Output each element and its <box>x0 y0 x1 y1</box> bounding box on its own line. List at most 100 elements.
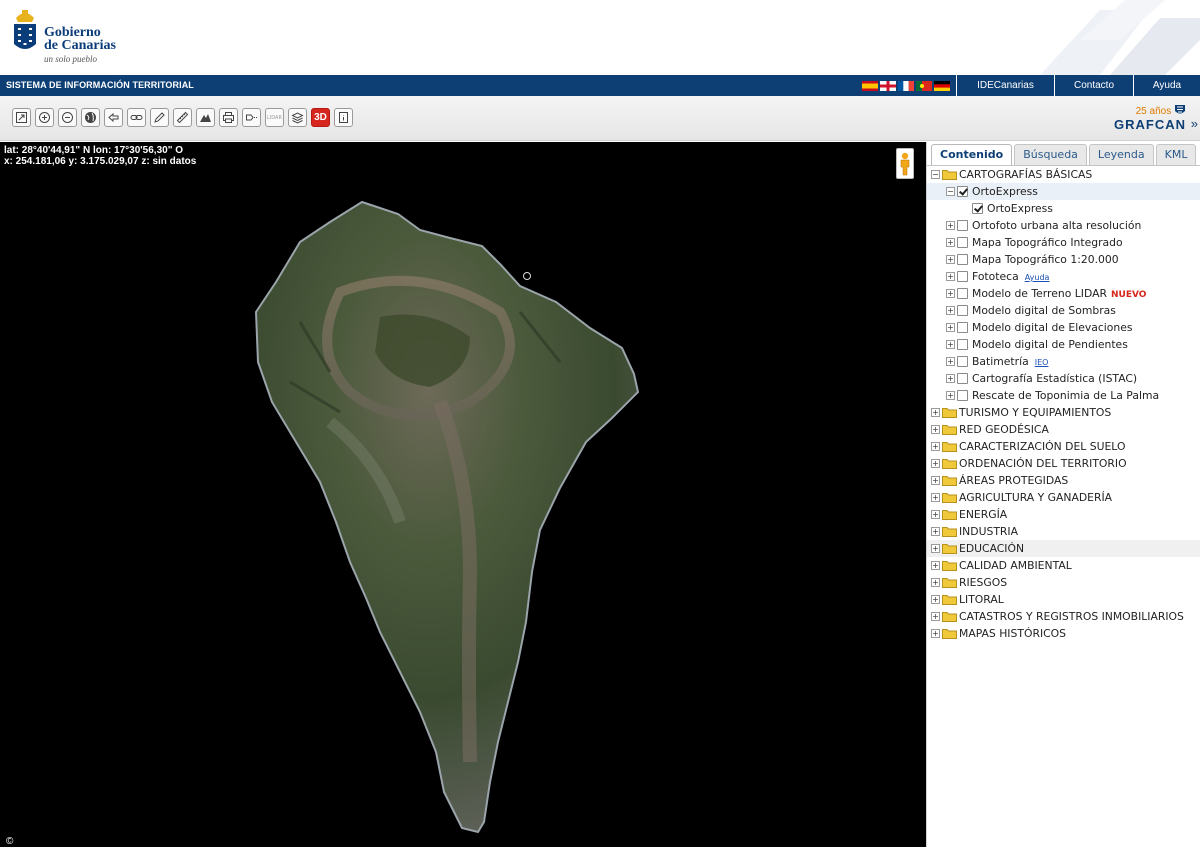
flag-gb-icon[interactable] <box>880 81 896 91</box>
tab-contenido[interactable]: Contenido <box>931 144 1013 165</box>
pan-button[interactable] <box>81 108 100 127</box>
gobierno-logo[interactable]: Gobierno de Canarias un solo pueblo <box>10 6 140 68</box>
tree-folder[interactable]: + ENERGÍA <box>927 506 1200 523</box>
layer-checkbox[interactable] <box>957 322 968 333</box>
layer-checkbox[interactable] <box>957 186 968 197</box>
expand-icon[interactable]: + <box>946 306 955 315</box>
lidar-button[interactable]: LIDAR <box>265 108 284 127</box>
zoom-in-button[interactable] <box>35 108 54 127</box>
expand-icon[interactable]: + <box>931 459 940 468</box>
layers-button[interactable] <box>288 108 307 127</box>
flag-es-icon[interactable] <box>862 81 878 91</box>
tree-folder[interactable]: + TURISMO Y EQUIPAMIENTOS <box>927 404 1200 421</box>
full-extent-button[interactable] <box>12 108 31 127</box>
layer-checkbox[interactable] <box>957 305 968 316</box>
expand-icon[interactable]: + <box>946 255 955 264</box>
tree-layer[interactable]: + Modelo digital de Pendientes <box>927 336 1200 353</box>
expand-icon[interactable]: + <box>931 493 940 502</box>
expand-icon[interactable]: + <box>931 595 940 604</box>
expand-icon[interactable]: + <box>946 391 955 400</box>
expand-icon[interactable]: + <box>946 289 955 298</box>
expand-icon[interactable]: + <box>931 612 940 621</box>
link-button[interactable] <box>127 108 146 127</box>
layer-checkbox[interactable] <box>957 288 968 299</box>
expand-icon[interactable]: + <box>946 238 955 247</box>
grafcan-logo[interactable]: 25 años GRAFCAN <box>1114 104 1186 132</box>
expand-icon[interactable]: + <box>931 510 940 519</box>
export-button[interactable] <box>242 108 261 127</box>
profile-button[interactable] <box>196 108 215 127</box>
tree-folder[interactable]: + INDUSTRIA <box>927 523 1200 540</box>
layer-help-link[interactable]: Ayuda <box>1025 273 1050 282</box>
tree-folder[interactable]: + RIESGOS <box>927 574 1200 591</box>
map-viewport[interactable]: lat: 28°40'44,91" N lon: 17°30'56,30" O … <box>0 142 926 847</box>
nav-link-idecanarias[interactable]: IDECanarias <box>956 75 1054 96</box>
expand-icon[interactable]: + <box>931 408 940 417</box>
nav-link-contacto[interactable]: Contacto <box>1054 75 1133 96</box>
expand-icon[interactable]: + <box>946 340 955 349</box>
expand-icon[interactable]: + <box>931 476 940 485</box>
expand-icon[interactable]: + <box>931 629 940 638</box>
tree-folder[interactable]: + ORDENACIÓN DEL TERRITORIO <box>927 455 1200 472</box>
tree-folder[interactable]: + AGRICULTURA Y GANADERÍA <box>927 489 1200 506</box>
layer-checkbox[interactable] <box>957 220 968 231</box>
tree-layer[interactable]: + Rescate de Toponimia de La Palma <box>927 387 1200 404</box>
tree-layer[interactable]: − OrtoExpress <box>927 183 1200 200</box>
flag-de-icon[interactable] <box>934 81 950 91</box>
layer-checkbox[interactable] <box>957 271 968 282</box>
expand-panel-button[interactable]: » <box>1191 116 1198 131</box>
tree-folder[interactable]: + CALIDAD AMBIENTAL <box>927 557 1200 574</box>
street-view-pegman[interactable] <box>896 148 914 179</box>
previous-view-button[interactable] <box>104 108 123 127</box>
layer-checkbox[interactable] <box>972 203 983 214</box>
expand-icon[interactable]: + <box>931 578 940 587</box>
tree-folder[interactable]: + CARACTERIZACIÓN DEL SUELO <box>927 438 1200 455</box>
tree-folder[interactable]: + EDUCACIÓN <box>927 540 1200 557</box>
flag-pt-icon[interactable] <box>916 81 932 91</box>
view-3d-button[interactable]: 3D <box>311 108 330 127</box>
expand-icon[interactable]: + <box>931 527 940 536</box>
tree-layer[interactable]: + Cartografía Estadística (ISTAC) <box>927 370 1200 387</box>
tree-layer[interactable]: + Batimetría IEO <box>927 353 1200 370</box>
expand-icon[interactable]: + <box>946 221 955 230</box>
expand-icon[interactable]: + <box>946 357 955 366</box>
tree-layer[interactable]: + Modelo de Terreno LIDAR NUEVO <box>927 285 1200 302</box>
expand-icon[interactable]: + <box>946 272 955 281</box>
expand-icon[interactable]: + <box>931 544 940 553</box>
tree-layer[interactable]: + Mapa Topográfico Integrado <box>927 234 1200 251</box>
expand-icon[interactable]: + <box>931 561 940 570</box>
layer-help-link[interactable]: IEO <box>1035 358 1049 367</box>
print-button[interactable] <box>219 108 238 127</box>
tree-layer[interactable]: OrtoExpress <box>927 200 1200 217</box>
info-button[interactable] <box>334 108 353 127</box>
zoom-out-button[interactable] <box>58 108 77 127</box>
tree-layer[interactable]: + Ortofoto urbana alta resolución <box>927 217 1200 234</box>
expand-icon[interactable]: + <box>946 323 955 332</box>
tree-folder[interactable]: + MAPAS HISTÓRICOS <box>927 625 1200 642</box>
layer-checkbox[interactable] <box>957 254 968 265</box>
tab-busqueda[interactable]: Búsqueda <box>1014 144 1087 165</box>
tree-folder[interactable]: + RED GEODÉSICA <box>927 421 1200 438</box>
tree-layer[interactable]: + Fototeca Ayuda <box>927 268 1200 285</box>
tree-folder[interactable]: + ÁREAS PROTEGIDAS <box>927 472 1200 489</box>
tab-leyenda[interactable]: Leyenda <box>1088 144 1154 165</box>
tree-layer[interactable]: + Mapa Topográfico 1:20.000 <box>927 251 1200 268</box>
layer-checkbox[interactable] <box>957 237 968 248</box>
draw-button[interactable] <box>150 108 169 127</box>
expand-icon[interactable]: + <box>931 442 940 451</box>
layer-checkbox[interactable] <box>957 390 968 401</box>
flag-fr-icon[interactable] <box>898 81 914 91</box>
collapse-icon[interactable]: − <box>931 170 940 179</box>
tree-folder[interactable]: − CARTOGRAFÍAS BÁSICAS <box>927 166 1200 183</box>
tree-layer[interactable]: + Modelo digital de Sombras <box>927 302 1200 319</box>
layer-checkbox[interactable] <box>957 373 968 384</box>
tab-kml[interactable]: KML <box>1155 144 1197 165</box>
expand-icon[interactable]: + <box>946 374 955 383</box>
measure-button[interactable] <box>173 108 192 127</box>
tree-folder[interactable]: + LITORAL <box>927 591 1200 608</box>
layer-checkbox[interactable] <box>957 356 968 367</box>
layer-checkbox[interactable] <box>957 339 968 350</box>
expand-icon[interactable]: + <box>931 425 940 434</box>
collapse-icon[interactable]: − <box>946 187 955 196</box>
tree-folder[interactable]: + CATASTROS Y REGISTROS INMOBILIARIOS <box>927 608 1200 625</box>
